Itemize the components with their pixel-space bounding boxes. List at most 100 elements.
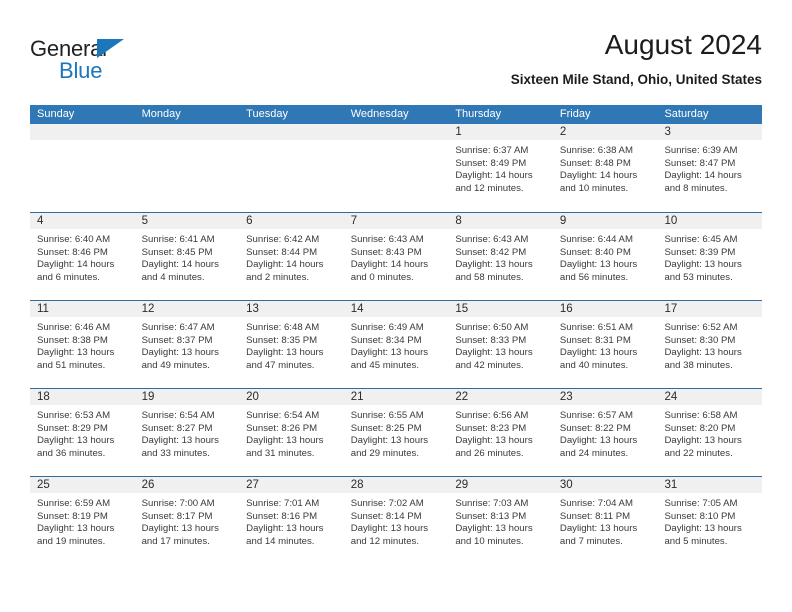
weekday-header-monday: Monday (141, 108, 181, 120)
day-number: 27 (246, 479, 259, 491)
daylight-text-line2: and 12 minutes. (455, 182, 524, 194)
daylight-text-line2: and 45 minutes. (350, 359, 420, 371)
day-number: 17 (664, 303, 678, 315)
daylight-text-line1: Daylight: 14 hours (559, 170, 638, 182)
day-details: Sunrise: 7:04 AM Sunset: 8:11 PM Dayligh… (553, 493, 658, 548)
daylight-text-line2: and 47 minutes. (246, 359, 315, 371)
day-number: 2 (559, 126, 567, 138)
sunrise-text: Sunrise: 6:43 AM (350, 234, 424, 245)
day-number-band (30, 124, 135, 140)
sunset-text: Sunset: 8:45 PM (141, 246, 213, 258)
day-cell: 12 Sunrise: 6:47 AM Sunset: 8:37 PM Dayl… (134, 301, 240, 388)
daylight-text-line1: Daylight: 13 hours (664, 347, 742, 359)
day-details (135, 140, 240, 145)
daylight-text-line1: Daylight: 13 hours (37, 523, 115, 535)
sunset-text: Sunset: 8:49 PM (455, 157, 527, 169)
day-details: Sunrise: 6:37 AM Sunset: 8:49 PM Dayligh… (448, 140, 553, 195)
location-subtitle: Sixteen Mile Stand, Ohio, United States (510, 72, 762, 87)
day-number-band: 3 (657, 124, 763, 140)
daylight-text-line2: and 58 minutes. (455, 271, 524, 283)
day-details: Sunrise: 7:01 AM Sunset: 8:16 PM Dayligh… (239, 493, 344, 548)
daylight-text-line2: and 6 minutes. (37, 271, 100, 283)
day-details: Sunrise: 7:00 AM Sunset: 8:17 PM Dayligh… (135, 493, 240, 548)
sunset-text: Sunset: 8:43 PM (350, 246, 422, 258)
day-number-band: 4 (30, 213, 135, 229)
day-details: Sunrise: 6:47 AM Sunset: 8:37 PM Dayligh… (135, 317, 240, 372)
daylight-text-line1: Daylight: 14 hours (246, 259, 324, 271)
day-details (30, 140, 135, 145)
day-number: 31 (664, 479, 678, 491)
day-details: Sunrise: 6:42 AM Sunset: 8:44 PM Dayligh… (239, 229, 344, 284)
daylight-text-line2: and 53 minutes. (664, 271, 733, 283)
day-details: Sunrise: 7:05 AM Sunset: 8:10 PM Dayligh… (657, 493, 762, 548)
day-number-band: 19 (134, 389, 240, 405)
day-number-band: 11 (30, 301, 135, 317)
day-number: 1 (455, 126, 462, 138)
day-details: Sunrise: 6:48 AM Sunset: 8:35 PM Dayligh… (239, 317, 344, 372)
day-cell: 13 Sunrise: 6:48 AM Sunset: 8:35 PM Dayl… (239, 301, 344, 388)
sunset-text: Sunset: 8:25 PM (350, 422, 422, 434)
day-cell: 16 Sunrise: 6:51 AM Sunset: 8:31 PM Dayl… (552, 301, 658, 388)
day-cell: 4 Sunrise: 6:40 AM Sunset: 8:46 PM Dayli… (30, 213, 135, 300)
day-number-band: 12 (134, 301, 240, 317)
day-number: 6 (246, 215, 253, 227)
daylight-text-line1: Daylight: 13 hours (559, 523, 638, 535)
daylight-text-line1: Daylight: 13 hours (664, 259, 742, 271)
sunrise-text: Sunrise: 7:01 AM (246, 498, 320, 509)
day-cell: 22 Sunrise: 6:56 AM Sunset: 8:23 PM Dayl… (448, 389, 553, 476)
logo-triangle-icon (97, 39, 124, 58)
day-cell: 10 Sunrise: 6:45 AM Sunset: 8:39 PM Dayl… (657, 213, 763, 300)
sunrise-text: Sunrise: 6:47 AM (141, 322, 215, 333)
week-row: 25 Sunrise: 6:59 AM Sunset: 8:19 PM Dayl… (30, 476, 763, 564)
sunrise-text: Sunrise: 6:56 AM (455, 410, 529, 421)
daylight-text-line1: Daylight: 13 hours (246, 435, 324, 447)
sunrise-text: Sunrise: 6:51 AM (559, 322, 633, 333)
day-number: 13 (246, 303, 259, 315)
daylight-text-line1: Daylight: 13 hours (246, 523, 324, 535)
day-cell: 24 Sunrise: 6:58 AM Sunset: 8:20 PM Dayl… (657, 389, 763, 476)
day-number-band: 25 (30, 477, 135, 493)
sunset-text: Sunset: 8:35 PM (246, 334, 318, 346)
sunset-text: Sunset: 8:42 PM (455, 246, 527, 258)
day-cell: 26 Sunrise: 7:00 AM Sunset: 8:17 PM Dayl… (134, 477, 240, 564)
day-number-band: 8 (448, 213, 553, 229)
day-details (239, 140, 344, 145)
day-cell: 3 Sunrise: 6:39 AM Sunset: 8:47 PM Dayli… (657, 124, 763, 212)
day-number-band (239, 124, 344, 140)
weekday-header-tuesday: Tuesday (246, 108, 288, 120)
day-number: 22 (455, 391, 469, 403)
daylight-text-line1: Daylight: 14 hours (455, 170, 533, 182)
daylight-text-line2: and 7 minutes. (559, 535, 623, 547)
sunrise-text: Sunrise: 6:42 AM (246, 234, 320, 245)
daylight-text-line2: and 4 minutes. (141, 271, 205, 283)
daylight-text-line2: and 5 minutes. (664, 535, 728, 547)
sunrise-text: Sunrise: 6:59 AM (37, 498, 111, 509)
daylight-text-line2: and 14 minutes. (246, 535, 315, 547)
day-details: Sunrise: 6:46 AM Sunset: 8:38 PM Dayligh… (30, 317, 135, 372)
sunset-text: Sunset: 8:40 PM (559, 246, 631, 258)
day-number: 29 (455, 479, 469, 491)
daylight-text-line1: Daylight: 13 hours (37, 435, 115, 447)
day-cell: 19 Sunrise: 6:54 AM Sunset: 8:27 PM Dayl… (134, 389, 240, 476)
day-cell: 9 Sunrise: 6:44 AM Sunset: 8:40 PM Dayli… (552, 213, 658, 300)
day-cell: 18 Sunrise: 6:53 AM Sunset: 8:29 PM Dayl… (30, 389, 135, 476)
day-cell: 8 Sunrise: 6:43 AM Sunset: 8:42 PM Dayli… (448, 213, 553, 300)
day-number-band: 31 (657, 477, 763, 493)
sunset-text: Sunset: 8:46 PM (37, 246, 108, 258)
sunset-text: Sunset: 8:13 PM (455, 510, 527, 522)
sunset-text: Sunset: 8:48 PM (559, 157, 631, 169)
sunset-text: Sunset: 8:16 PM (246, 510, 318, 522)
sunrise-text: Sunrise: 6:38 AM (559, 145, 633, 156)
sunset-text: Sunset: 8:23 PM (455, 422, 527, 434)
daylight-text-line1: Daylight: 13 hours (455, 523, 533, 535)
day-cell: 28 Sunrise: 7:02 AM Sunset: 8:14 PM Dayl… (343, 477, 449, 564)
day-cell: 1 Sunrise: 6:37 AM Sunset: 8:49 PM Dayli… (448, 124, 553, 212)
sunrise-text: Sunrise: 6:57 AM (559, 410, 633, 421)
sunset-text: Sunset: 8:44 PM (246, 246, 318, 258)
sunset-text: Sunset: 8:27 PM (141, 422, 213, 434)
sunset-text: Sunset: 8:11 PM (559, 510, 631, 522)
day-details: Sunrise: 6:49 AM Sunset: 8:34 PM Dayligh… (344, 317, 449, 372)
day-cell (343, 124, 449, 212)
daylight-text-line2: and 38 minutes. (664, 359, 733, 371)
daylight-text-line1: Daylight: 13 hours (350, 523, 429, 535)
